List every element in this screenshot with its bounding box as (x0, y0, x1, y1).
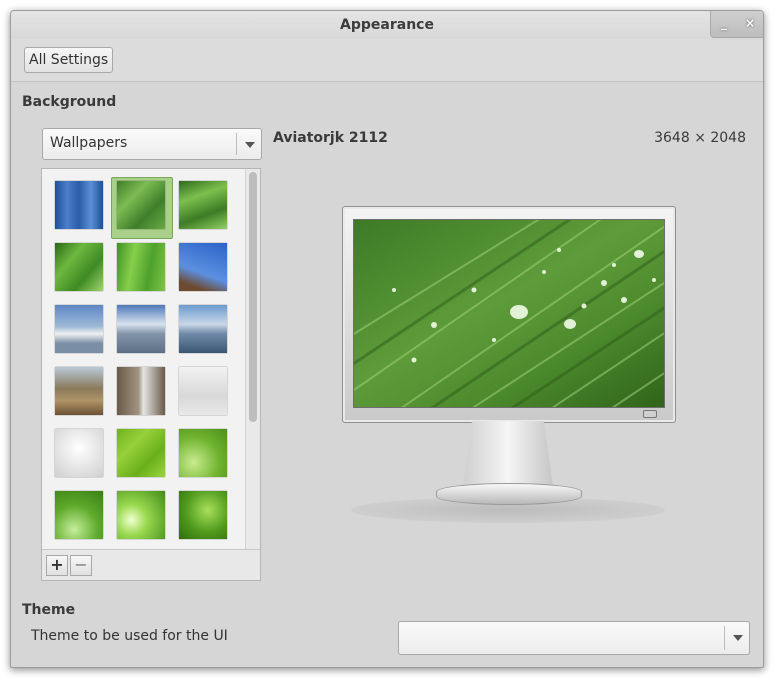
green-blade-thumb[interactable] (55, 243, 103, 291)
green-leaf-drops-thumb[interactable] (117, 181, 165, 229)
canyon-thumb[interactable] (55, 367, 103, 415)
snowy-mountains-thumb[interactable] (117, 305, 165, 353)
background-source-value: Wallpapers (50, 135, 128, 151)
close-button[interactable]: × (737, 11, 763, 37)
power-indicator (643, 410, 657, 418)
all-settings-button[interactable]: All Settings (24, 47, 114, 73)
theme-heading: Theme (22, 602, 76, 618)
window-title: Appearance (340, 17, 434, 33)
leaf-drops-preview (354, 220, 664, 407)
monitor-stand-base (436, 483, 582, 505)
background-heading: Background (22, 94, 117, 110)
grass-drops-thumb[interactable] (179, 181, 227, 229)
wallpaper-resolution: 3648 × 2048 (654, 130, 746, 146)
scrollbar-thumb[interactable] (249, 172, 257, 422)
chevron-down-icon (724, 626, 749, 650)
appearance-window: Appearance _ × All Settings Background W… (10, 10, 764, 668)
window-controls: _ × (710, 11, 763, 38)
wallpaper-grid[interactable] (42, 169, 244, 549)
toolbar: All Settings (11, 39, 763, 82)
add-wallpaper-button[interactable]: + (46, 555, 68, 576)
blue-stripes-thumb[interactable] (55, 181, 103, 229)
remove-wallpaper-button[interactable]: − (70, 555, 92, 576)
green-curves-thumb[interactable] (55, 491, 103, 539)
green-rays-thumb[interactable] (117, 491, 165, 539)
winter-lake-trees-thumb[interactable] (55, 305, 103, 353)
minimize-button[interactable]: _ (711, 11, 737, 37)
blue-sky-tree-thumb[interactable] (179, 243, 227, 291)
mint-logo-grey-thumb[interactable] (55, 429, 103, 477)
mountain-lake-thumb[interactable] (179, 305, 227, 353)
chevron-down-icon (236, 133, 261, 155)
monitor-stand-neck (463, 421, 553, 487)
wallpaper-preview (353, 219, 665, 408)
monitor-preview (342, 206, 676, 423)
wallpaper-name: Aviatorjk 2112 (273, 130, 388, 146)
title-bar[interactable]: Appearance _ × (11, 11, 763, 39)
wallpaper-grid-panel: + − (41, 168, 261, 581)
vertical-scrollbar[interactable] (245, 169, 260, 549)
green-texture-thumb[interactable] (117, 429, 165, 477)
theme-select[interactable] (398, 621, 750, 655)
green-bokeh-thumb[interactable] (179, 491, 227, 539)
grid-footer: + − (42, 549, 260, 580)
green-swirl-thumb[interactable] (179, 429, 227, 477)
theme-label: Theme to be used for the UI (31, 628, 228, 644)
green-pencil-thumb[interactable] (179, 367, 227, 415)
background-source-select[interactable]: Wallpapers (42, 128, 262, 160)
green-leaf-thumb[interactable] (117, 243, 165, 291)
waterfall-canyon-thumb[interactable] (117, 367, 165, 415)
